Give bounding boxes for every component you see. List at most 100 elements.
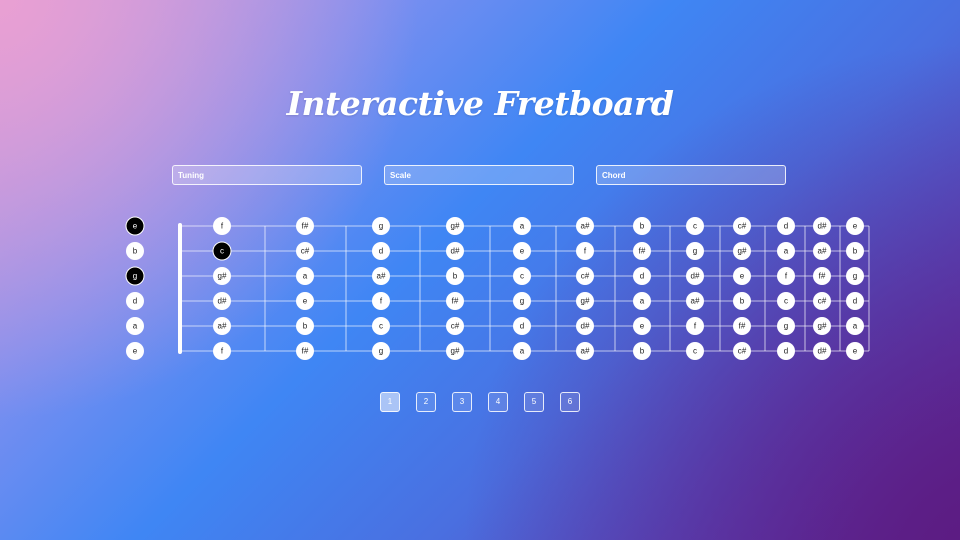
fret-note[interactable]: g# <box>213 267 231 285</box>
fret-note[interactable]: c <box>777 292 795 310</box>
fret-note[interactable]: d# <box>446 242 464 260</box>
note-label: c <box>693 347 697 356</box>
fret-note[interactable]: b <box>633 217 651 235</box>
fret-note[interactable]: f <box>777 267 795 285</box>
note-label: c# <box>581 272 590 281</box>
fret-note[interactable]: d <box>372 242 390 260</box>
fret-note[interactable]: f# <box>733 317 751 335</box>
fret-note[interactable]: g <box>372 217 390 235</box>
fret-note[interactable]: b <box>296 317 314 335</box>
fret-note[interactable]: c# <box>733 217 751 235</box>
fret-note[interactable]: d# <box>686 267 704 285</box>
note-label: e <box>740 272 745 281</box>
fret-note[interactable]: a <box>296 267 314 285</box>
fret-note[interactable]: a# <box>576 342 594 360</box>
fret-note[interactable]: b <box>446 267 464 285</box>
fret-note[interactable]: d# <box>213 292 231 310</box>
fret-note[interactable]: f <box>213 217 231 235</box>
fret-note[interactable]: b <box>633 342 651 360</box>
fret-note[interactable]: a <box>633 292 651 310</box>
fret-note[interactable]: e <box>513 242 531 260</box>
fret-note[interactable]: g# <box>446 342 464 360</box>
fret-note[interactable]: a# <box>686 292 704 310</box>
fret-note[interactable]: f# <box>296 217 314 235</box>
note-label: a# <box>581 222 590 231</box>
fret-note[interactable]: g <box>372 342 390 360</box>
fret-note[interactable]: d# <box>813 217 831 235</box>
note-label: g# <box>738 247 747 256</box>
page-button-4[interactable]: 4 <box>488 392 508 412</box>
page-button-5[interactable]: 5 <box>524 392 544 412</box>
note-label: d <box>379 247 383 256</box>
fret-note[interactable]: f <box>576 242 594 260</box>
fret-note[interactable]: e <box>846 217 864 235</box>
fret-note[interactable]: g <box>777 317 795 335</box>
note-label: e <box>640 322 645 331</box>
note-label: d# <box>818 222 827 231</box>
fret-note[interactable]: c# <box>733 342 751 360</box>
fret-note[interactable]: a# <box>576 217 594 235</box>
fret-note[interactable]: a# <box>372 267 390 285</box>
fret-note[interactable]: g# <box>813 317 831 335</box>
fret-note[interactable]: e <box>633 317 651 335</box>
fret-note[interactable]: e <box>733 267 751 285</box>
page-button-1[interactable]: 1 <box>380 392 400 412</box>
note-label: a# <box>218 322 227 331</box>
note-label: g <box>853 272 857 281</box>
fret-note[interactable]: f <box>686 317 704 335</box>
fret-note[interactable]: d# <box>576 317 594 335</box>
fret-note[interactable]: c# <box>446 317 464 335</box>
open-string-note[interactable]: e <box>126 342 144 360</box>
fret-note[interactable]: f# <box>633 242 651 260</box>
open-string-note[interactable]: a <box>126 317 144 335</box>
page-button-3[interactable]: 3 <box>452 392 472 412</box>
fret-note[interactable]: f# <box>446 292 464 310</box>
fret-note[interactable]: a <box>846 317 864 335</box>
fret-note[interactable]: d <box>846 292 864 310</box>
note-label: e <box>853 347 858 356</box>
fret-note[interactable]: c <box>686 217 704 235</box>
fret-note[interactable]: g# <box>576 292 594 310</box>
fret-note[interactable]: f <box>213 342 231 360</box>
fret-note[interactable]: g <box>513 292 531 310</box>
fret-note[interactable]: f# <box>296 342 314 360</box>
fret-note[interactable]: c <box>372 317 390 335</box>
fret-note[interactable]: d# <box>813 342 831 360</box>
fret-note[interactable]: e <box>846 342 864 360</box>
fret-note[interactable]: c# <box>813 292 831 310</box>
fret-note[interactable]: c# <box>296 242 314 260</box>
page-button-6[interactable]: 6 <box>560 392 580 412</box>
note-label: b <box>453 272 458 281</box>
fret-note[interactable]: a <box>777 242 795 260</box>
fret-note[interactable]: g <box>846 267 864 285</box>
fret-note[interactable]: d <box>777 342 795 360</box>
fret-note[interactable]: d <box>633 267 651 285</box>
fret-note[interactable]: a <box>513 342 531 360</box>
fret-note[interactable]: b <box>733 292 751 310</box>
note-label: b <box>853 247 858 256</box>
fret-note[interactable]: a# <box>213 317 231 335</box>
fret-note[interactable]: g# <box>733 242 751 260</box>
fret-note[interactable]: e <box>296 292 314 310</box>
open-string-note[interactable]: d <box>126 292 144 310</box>
fret-note[interactable]: f# <box>813 267 831 285</box>
fret-note[interactable]: g <box>686 242 704 260</box>
fret-note[interactable]: a <box>513 217 531 235</box>
note-label: f# <box>302 347 309 356</box>
fret-note[interactable]: g# <box>446 217 464 235</box>
open-string-note[interactable]: g <box>125 266 145 286</box>
fret-note[interactable]: d <box>777 217 795 235</box>
fret-note[interactable]: a# <box>813 242 831 260</box>
note-label: f# <box>819 272 826 281</box>
fret-note[interactable]: c <box>212 241 232 261</box>
fret-note[interactable]: c# <box>576 267 594 285</box>
page-button-2[interactable]: 2 <box>416 392 436 412</box>
fret-note[interactable]: b <box>846 242 864 260</box>
fret-note[interactable]: c <box>686 342 704 360</box>
fret-note[interactable]: f <box>372 292 390 310</box>
note-label: a <box>303 272 308 281</box>
fret-note[interactable]: d <box>513 317 531 335</box>
open-string-note[interactable]: e <box>125 216 145 236</box>
open-string-note[interactable]: b <box>126 242 144 260</box>
fret-note[interactable]: c <box>513 267 531 285</box>
